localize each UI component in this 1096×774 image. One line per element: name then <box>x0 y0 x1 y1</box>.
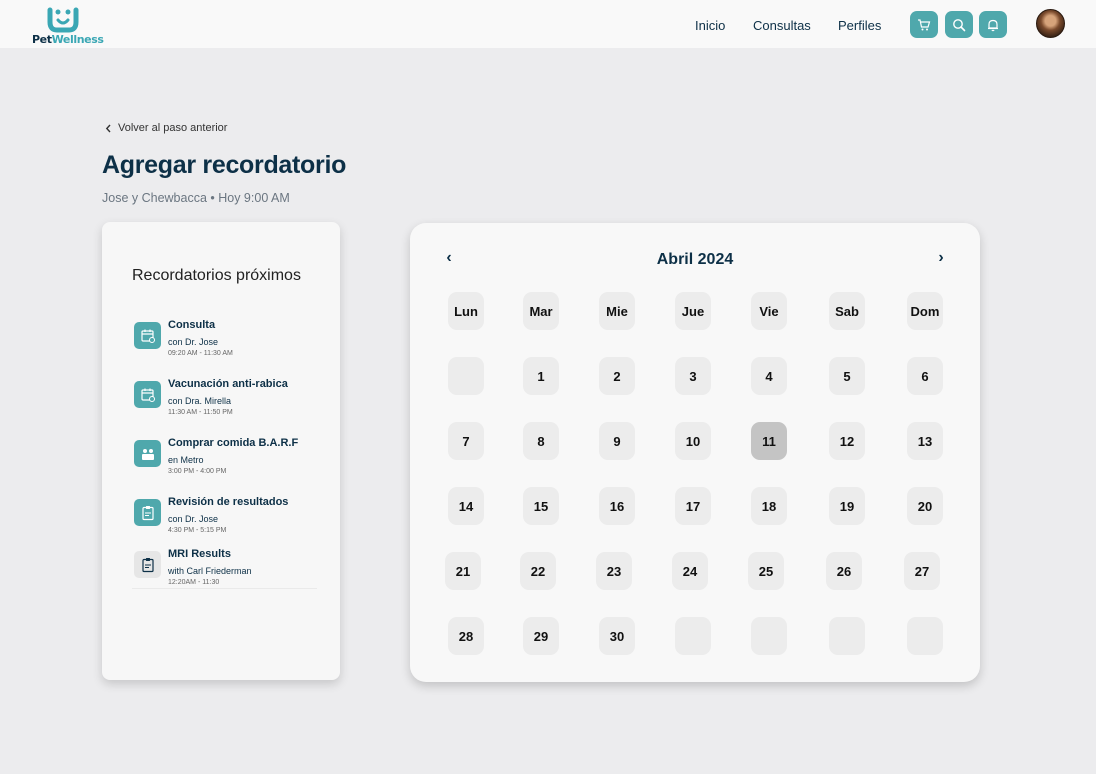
calendar-empty-cell <box>751 617 787 655</box>
reminder-item[interactable]: Vacunación anti-rabica con Dra. Mirella … <box>132 378 317 428</box>
calendar-day[interactable]: 27 <box>904 552 940 590</box>
reminder-item[interactable]: Comprar comida B.A.R.F en Metro 3:00 PM … <box>132 437 317 487</box>
page-title: Agregar recordatorio <box>102 151 347 179</box>
weekday-header: Mar <box>523 292 559 330</box>
cart-icon <box>918 18 931 30</box>
reminder-time: 4:30 PM - 5:15 PM <box>168 527 227 534</box>
calendar-empty-cell <box>829 617 865 655</box>
calendar-day[interactable]: 9 <box>599 422 635 460</box>
calendar-day[interactable]: 24 <box>672 552 708 590</box>
calendar-day[interactable]: 18 <box>751 487 787 525</box>
calendar-day[interactable]: 26 <box>826 552 862 590</box>
divider <box>132 588 317 589</box>
weekday-header: Lun <box>448 292 484 330</box>
calendar-day[interactable]: 29 <box>523 617 559 655</box>
calendar-day[interactable]: 20 <box>907 487 943 525</box>
calendar-day[interactable]: 10 <box>675 422 711 460</box>
calendar-day[interactable]: 8 <box>523 422 559 460</box>
calendar-day[interactable]: 4 <box>751 357 787 395</box>
calendar-icon <box>134 381 161 408</box>
calendar-day[interactable]: 2 <box>599 357 635 395</box>
clipboard-icon <box>134 551 161 578</box>
reminder-with: con Dra. Mirella <box>168 396 232 406</box>
reminder-with: with Carl Friederman <box>168 566 252 576</box>
nav-link-perfiles[interactable]: Perfiles <box>838 18 881 33</box>
calendar-icon <box>134 322 161 349</box>
search-button[interactable] <box>945 11 973 38</box>
clipboard-icon <box>134 499 161 526</box>
nav-link-consultas[interactable]: Consultas <box>753 18 811 33</box>
top-navigation-bar: PetWellness Inicio Consultas Perfiles <box>0 0 1096 48</box>
logo-text: PetWellness <box>32 33 104 46</box>
reminder-item[interactable]: Consulta con Dr. Jose 09:20 AM - 11:30 A… <box>132 319 317 369</box>
calendar-day[interactable]: 28 <box>448 617 484 655</box>
weekday-header: Mie <box>599 292 635 330</box>
weekday-header: Dom <box>907 292 943 330</box>
reminder-title: Comprar comida B.A.R.F <box>168 437 299 449</box>
calendar-day[interactable]: 7 <box>448 422 484 460</box>
calendar-day[interactable]: 14 <box>448 487 484 525</box>
page-subtitle: Jose y Chewbacca • Hoy 9:00 AM <box>102 191 290 205</box>
reminder-with: en Metro <box>168 455 204 465</box>
calendar-day[interactable]: 11 <box>751 422 787 460</box>
reminder-title: Revisión de resultados <box>168 496 289 508</box>
reminder-item[interactable]: Revisión de resultados con Dr. Jose 4:30… <box>132 496 317 546</box>
petwellness-logo[interactable]: PetWellness <box>30 4 104 46</box>
calendar-day[interactable]: 17 <box>675 487 711 525</box>
calendar-day[interactable]: 15 <box>523 487 559 525</box>
notifications-button[interactable] <box>979 11 1007 38</box>
back-link-label: Volver al paso anterior <box>118 122 228 134</box>
reminder-with: con Dr. Jose <box>168 337 219 347</box>
calendar-empty-cell <box>907 617 943 655</box>
logo-mark-icon <box>47 7 79 33</box>
store-icon <box>134 440 161 467</box>
reminder-time: 12:20AM - 11:30 <box>168 579 220 586</box>
reminder-with: con Dr. Jose <box>168 514 219 524</box>
cart-button[interactable] <box>910 11 938 38</box>
reminder-time: 11:30 AM - 11:50 PM <box>168 409 233 416</box>
next-month-button[interactable]: › <box>931 249 951 267</box>
calendar-day[interactable]: 21 <box>445 552 481 590</box>
chevron-left-icon <box>105 124 111 132</box>
calendar-empty-cell <box>448 357 484 395</box>
reminder-title: Vacunación anti-rabica <box>168 378 288 390</box>
nav-link-inicio[interactable]: Inicio <box>695 18 725 33</box>
weekday-header: Sab <box>829 292 865 330</box>
calendar-day[interactable]: 19 <box>829 487 865 525</box>
back-link[interactable]: Volver al paso anterior <box>105 122 227 134</box>
weekday-header: Vie <box>751 292 787 330</box>
reminder-time: 09:20 AM - 11:30 AM <box>168 350 233 357</box>
search-icon <box>953 18 966 31</box>
upcoming-reminders-card: Recordatorios próximos Consulta con Dr. … <box>102 222 340 680</box>
calendar-day[interactable]: 1 <box>523 357 559 395</box>
calendar-card: ‹ Abril 2024 › Lun Mar Mie Jue Vie Sab Dom 1 2 3 4… <box>410 223 980 682</box>
calendar-day[interactable]: 6 <box>907 357 943 395</box>
calendar-day[interactable]: 13 <box>907 422 943 460</box>
bell-icon <box>988 19 998 31</box>
calendar-day[interactable]: 12 <box>829 422 865 460</box>
calendar-day[interactable]: 30 <box>599 617 635 655</box>
reminder-title: Consulta <box>168 319 216 331</box>
calendar-day[interactable]: 5 <box>829 357 865 395</box>
weekday-header: Jue <box>675 292 711 330</box>
reminders-title: Recordatorios próximos <box>132 267 301 284</box>
calendar-month-label: Abril 2024 <box>656 251 734 268</box>
calendar-day[interactable]: 25 <box>748 552 784 590</box>
reminder-time: 3:00 PM - 4:00 PM <box>168 468 227 475</box>
calendar-day[interactable]: 16 <box>599 487 635 525</box>
calendar-day[interactable]: 22 <box>520 552 556 590</box>
calendar-day[interactable]: 3 <box>675 357 711 395</box>
reminder-item[interactable]: MRI Results with Carl Friederman 12:20AM… <box>132 548 317 598</box>
calendar-empty-cell <box>675 617 711 655</box>
user-avatar[interactable] <box>1036 9 1065 38</box>
reminder-title: MRI Results <box>168 548 231 560</box>
calendar-day[interactable]: 23 <box>596 552 632 590</box>
